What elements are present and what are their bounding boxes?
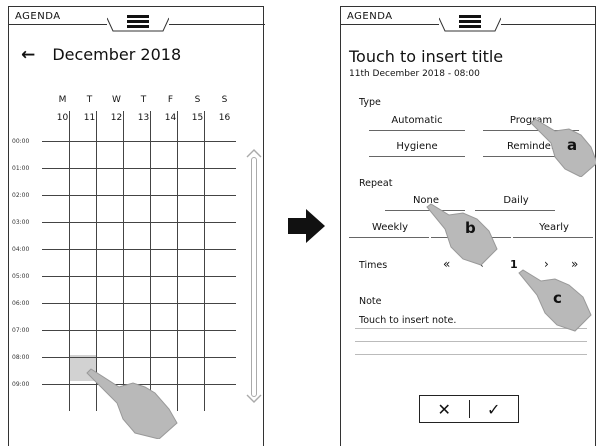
time-label: 00:00 [12, 138, 30, 145]
grid-line [42, 276, 236, 277]
day-number[interactable]: 10 [49, 113, 76, 123]
weekday-letter: S [221, 95, 228, 105]
note-line [355, 354, 587, 355]
flow-arrow-icon [288, 209, 325, 243]
callout-label-b: b [465, 219, 476, 237]
weekday-letter: T [140, 95, 147, 105]
grid-line [42, 303, 236, 304]
option-underline [369, 130, 465, 131]
action-bar: ✕ ✓ [419, 395, 519, 423]
calendar-screen: AGENDA ← December 2018 M T W T F S S 10 … [8, 6, 265, 446]
app-name: AGENDA [347, 11, 393, 22]
weekday-letter: T [86, 95, 93, 105]
callout-label-c: c [553, 289, 562, 307]
day-number[interactable]: 13 [130, 113, 157, 123]
time-label: 01:00 [12, 165, 30, 172]
time-label: 08:00 [12, 354, 30, 361]
month-title: December 2018 [52, 45, 182, 64]
repeat-option-yearly[interactable]: Yearly [519, 222, 589, 233]
note-input[interactable]: Touch to insert note. [359, 315, 456, 326]
callout-label-a: a [567, 136, 578, 154]
repeat-label: Repeat [359, 178, 393, 189]
day-number[interactable]: 15 [184, 113, 211, 123]
time-label: 02:00 [12, 192, 30, 199]
pointing-hand-icon [426, 203, 498, 266]
day-number[interactable]: 14 [157, 113, 184, 123]
option-underline [513, 237, 593, 238]
option-underline [349, 237, 429, 238]
day-number[interactable]: 12 [103, 113, 130, 123]
back-arrow-icon[interactable]: ← [21, 45, 35, 65]
app-name: AGENDA [15, 11, 61, 22]
divider [501, 24, 596, 25]
note-label: Note [359, 296, 382, 307]
event-datetime: 11th December 2018 - 08:00 [349, 69, 480, 79]
scrollbar[interactable] [251, 157, 257, 397]
time-label: 03:00 [12, 219, 30, 226]
time-label: 07:00 [12, 327, 30, 334]
repeat-option-weekly[interactable]: Weekly [355, 222, 425, 233]
grid-column-line [69, 111, 70, 411]
time-label: 06:00 [12, 300, 30, 307]
confirm-button[interactable]: ✓ [470, 396, 519, 422]
scroll-down-icon[interactable] [245, 393, 263, 405]
pointing-hand-icon [530, 118, 596, 177]
event-editor-screen: AGENDA Touch to insert title 11th Decemb… [340, 6, 596, 446]
time-label: 05:00 [12, 273, 30, 280]
type-label: Type [359, 97, 381, 108]
weekday-letter: F [167, 95, 174, 105]
grid-line [42, 330, 236, 331]
weekday-letter: M [58, 95, 67, 105]
day-numbers: 10 11 12 13 14 15 16 [49, 113, 238, 123]
weekday-letter: S [194, 95, 201, 105]
menu-icon[interactable] [459, 15, 481, 30]
month-header: ← December 2018 [21, 45, 181, 65]
grid-line [42, 141, 236, 142]
type-option-automatic[interactable]: Automatic [377, 115, 457, 126]
weekday-letter: W [112, 95, 121, 105]
note-line [355, 341, 587, 342]
divider [9, 24, 107, 25]
grid-line [42, 168, 236, 169]
grid-line [42, 222, 236, 223]
type-option-hygiene[interactable]: Hygiene [377, 141, 457, 152]
grid-line [42, 195, 236, 196]
grid-column-line [204, 111, 205, 411]
day-number[interactable]: 11 [76, 113, 103, 123]
grid-line [42, 249, 236, 250]
times-label: Times [359, 260, 388, 271]
day-number[interactable]: 16 [211, 113, 238, 123]
time-label: 04:00 [12, 246, 30, 253]
cancel-button[interactable]: ✕ [420, 396, 469, 422]
divider [169, 24, 265, 25]
divider [341, 24, 439, 25]
weekday-letters: M T W T F S S [49, 95, 238, 105]
menu-icon[interactable] [127, 15, 149, 30]
grid-line [42, 357, 236, 358]
pointing-hand-icon [86, 368, 178, 439]
event-title-field[interactable]: Touch to insert title [349, 47, 503, 66]
time-label: 09:00 [12, 381, 30, 388]
option-underline [369, 156, 465, 157]
